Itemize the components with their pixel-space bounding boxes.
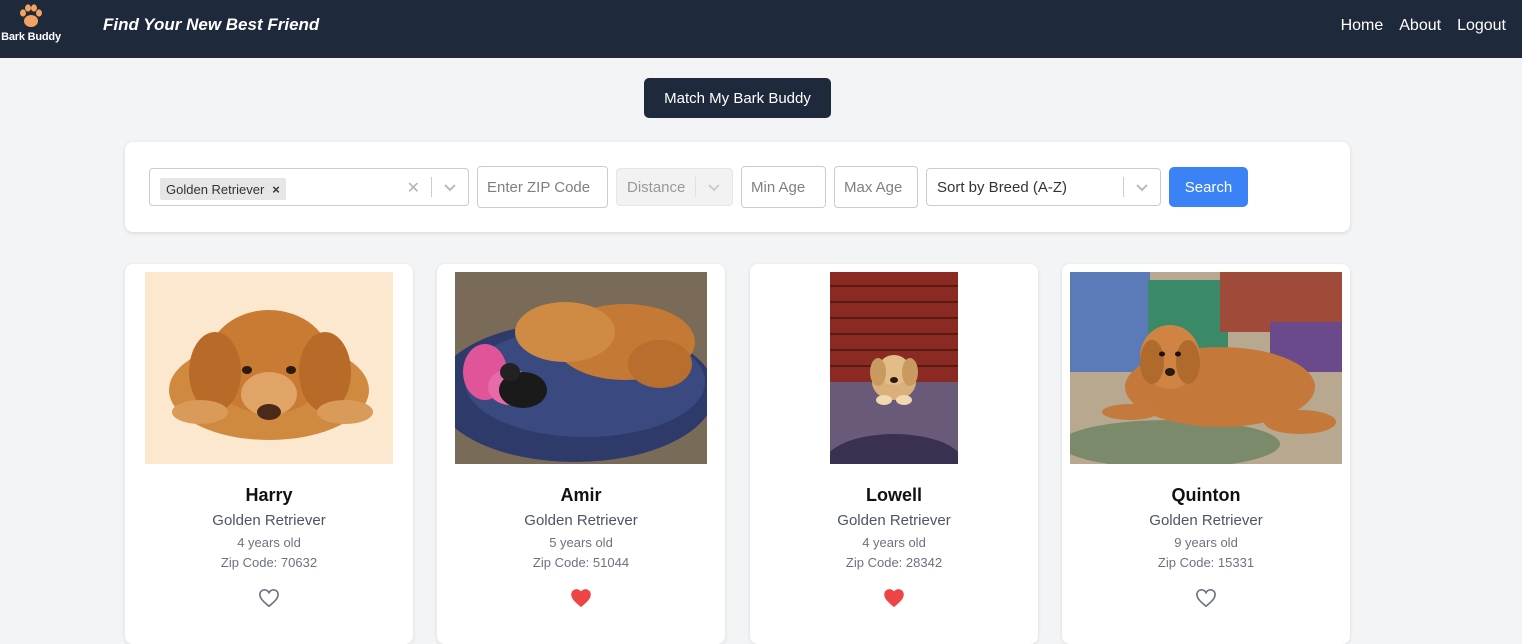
dog-name: Harry bbox=[245, 485, 293, 505]
dog-photo bbox=[830, 272, 958, 464]
chevron-down-icon[interactable] bbox=[1135, 181, 1149, 195]
dog-card[interactable]: Harry Golden Retriever 4 years old Zip C… bbox=[125, 264, 413, 644]
heart-outline-icon[interactable] bbox=[258, 588, 280, 608]
nav-logout-link[interactable]: Logout bbox=[1457, 17, 1506, 35]
nav-about-link[interactable]: About bbox=[1399, 17, 1441, 35]
heart-filled-icon[interactable] bbox=[883, 588, 905, 608]
dog-photo bbox=[455, 272, 707, 464]
dog-card[interactable]: Lowell Golden Retriever 4 years old Zip … bbox=[750, 264, 1038, 644]
nav-home-link[interactable]: Home bbox=[1341, 17, 1384, 35]
search-button[interactable]: Search bbox=[1169, 167, 1248, 207]
dog-photo bbox=[1070, 272, 1342, 464]
navbar: Bark Buddy Find Your New Best Friend Hom… bbox=[0, 0, 1522, 58]
breed-chip: Golden Retriever × bbox=[160, 178, 286, 200]
chevron-down-icon[interactable] bbox=[707, 181, 721, 195]
zip-value: 15331 bbox=[1217, 555, 1255, 570]
zip-label: Zip Code: bbox=[532, 555, 590, 570]
zip-label: Zip Code: bbox=[845, 555, 903, 570]
dog-breed: Golden Retriever bbox=[212, 512, 326, 529]
dog-card[interactable]: Quinton Golden Retriever 9 years old Zip… bbox=[1062, 264, 1350, 644]
heart-filled-icon[interactable] bbox=[570, 588, 592, 608]
dog-zip: Zip Code: 70632 bbox=[125, 555, 413, 570]
dog-card[interactable]: Amir Golden Retriever 5 years old Zip Co… bbox=[437, 264, 725, 644]
zip-label: Zip Code: bbox=[1157, 555, 1215, 570]
match-button[interactable]: Match My Bark Buddy bbox=[644, 78, 831, 118]
select-divider bbox=[695, 177, 696, 197]
max-age-input[interactable] bbox=[834, 166, 918, 208]
zip-value: 51044 bbox=[592, 555, 630, 570]
distance-placeholder: Distance bbox=[627, 179, 686, 196]
dog-zip: Zip Code: 15331 bbox=[1062, 555, 1350, 570]
clear-icon[interactable]: ✕ bbox=[407, 178, 420, 198]
dog-name: Amir bbox=[560, 485, 602, 505]
sort-value: Sort by Breed (A-Z) bbox=[937, 179, 1068, 196]
dog-age: 5 years old bbox=[549, 535, 613, 550]
paw-icon bbox=[20, 4, 42, 27]
dog-breed: Golden Retriever bbox=[1149, 512, 1263, 529]
zip-label: Zip Code: bbox=[220, 555, 278, 570]
select-divider bbox=[431, 177, 432, 197]
dog-zip: Zip Code: 51044 bbox=[437, 555, 725, 570]
dog-age: 4 years old bbox=[862, 535, 926, 550]
dog-breed: Golden Retriever bbox=[837, 512, 951, 529]
dog-age: 9 years old bbox=[1174, 535, 1238, 550]
tagline: Find Your New Best Friend bbox=[103, 15, 320, 34]
zip-input[interactable] bbox=[477, 166, 608, 208]
distance-select[interactable]: Distance bbox=[616, 168, 733, 206]
logo[interactable]: Bark Buddy bbox=[0, 0, 62, 50]
heart-outline-icon[interactable] bbox=[1195, 588, 1217, 608]
dog-name: Quinton bbox=[1171, 485, 1241, 505]
breed-select[interactable]: Golden Retriever × ✕ bbox=[149, 168, 469, 206]
remove-chip-icon[interactable]: × bbox=[272, 182, 280, 197]
min-age-input[interactable] bbox=[741, 166, 826, 208]
dog-breed: Golden Retriever bbox=[524, 512, 638, 529]
breed-chip-label: Golden Retriever bbox=[166, 181, 265, 197]
dog-name: Lowell bbox=[865, 485, 922, 505]
select-divider bbox=[1123, 177, 1124, 197]
dog-zip: Zip Code: 28342 bbox=[750, 555, 1038, 570]
sort-select[interactable]: Sort by Breed (A-Z) bbox=[926, 168, 1161, 206]
zip-value: 70632 bbox=[280, 555, 318, 570]
nav-links: Home About Logout bbox=[1341, 17, 1506, 35]
logo-text: Bark Buddy bbox=[1, 31, 61, 43]
filter-panel: Golden Retriever × ✕ Distance Sort by Br… bbox=[125, 142, 1350, 232]
zip-value: 28342 bbox=[905, 555, 943, 570]
dog-age: 4 years old bbox=[237, 535, 301, 550]
dog-photo bbox=[145, 272, 393, 464]
chevron-down-icon[interactable] bbox=[443, 181, 457, 195]
